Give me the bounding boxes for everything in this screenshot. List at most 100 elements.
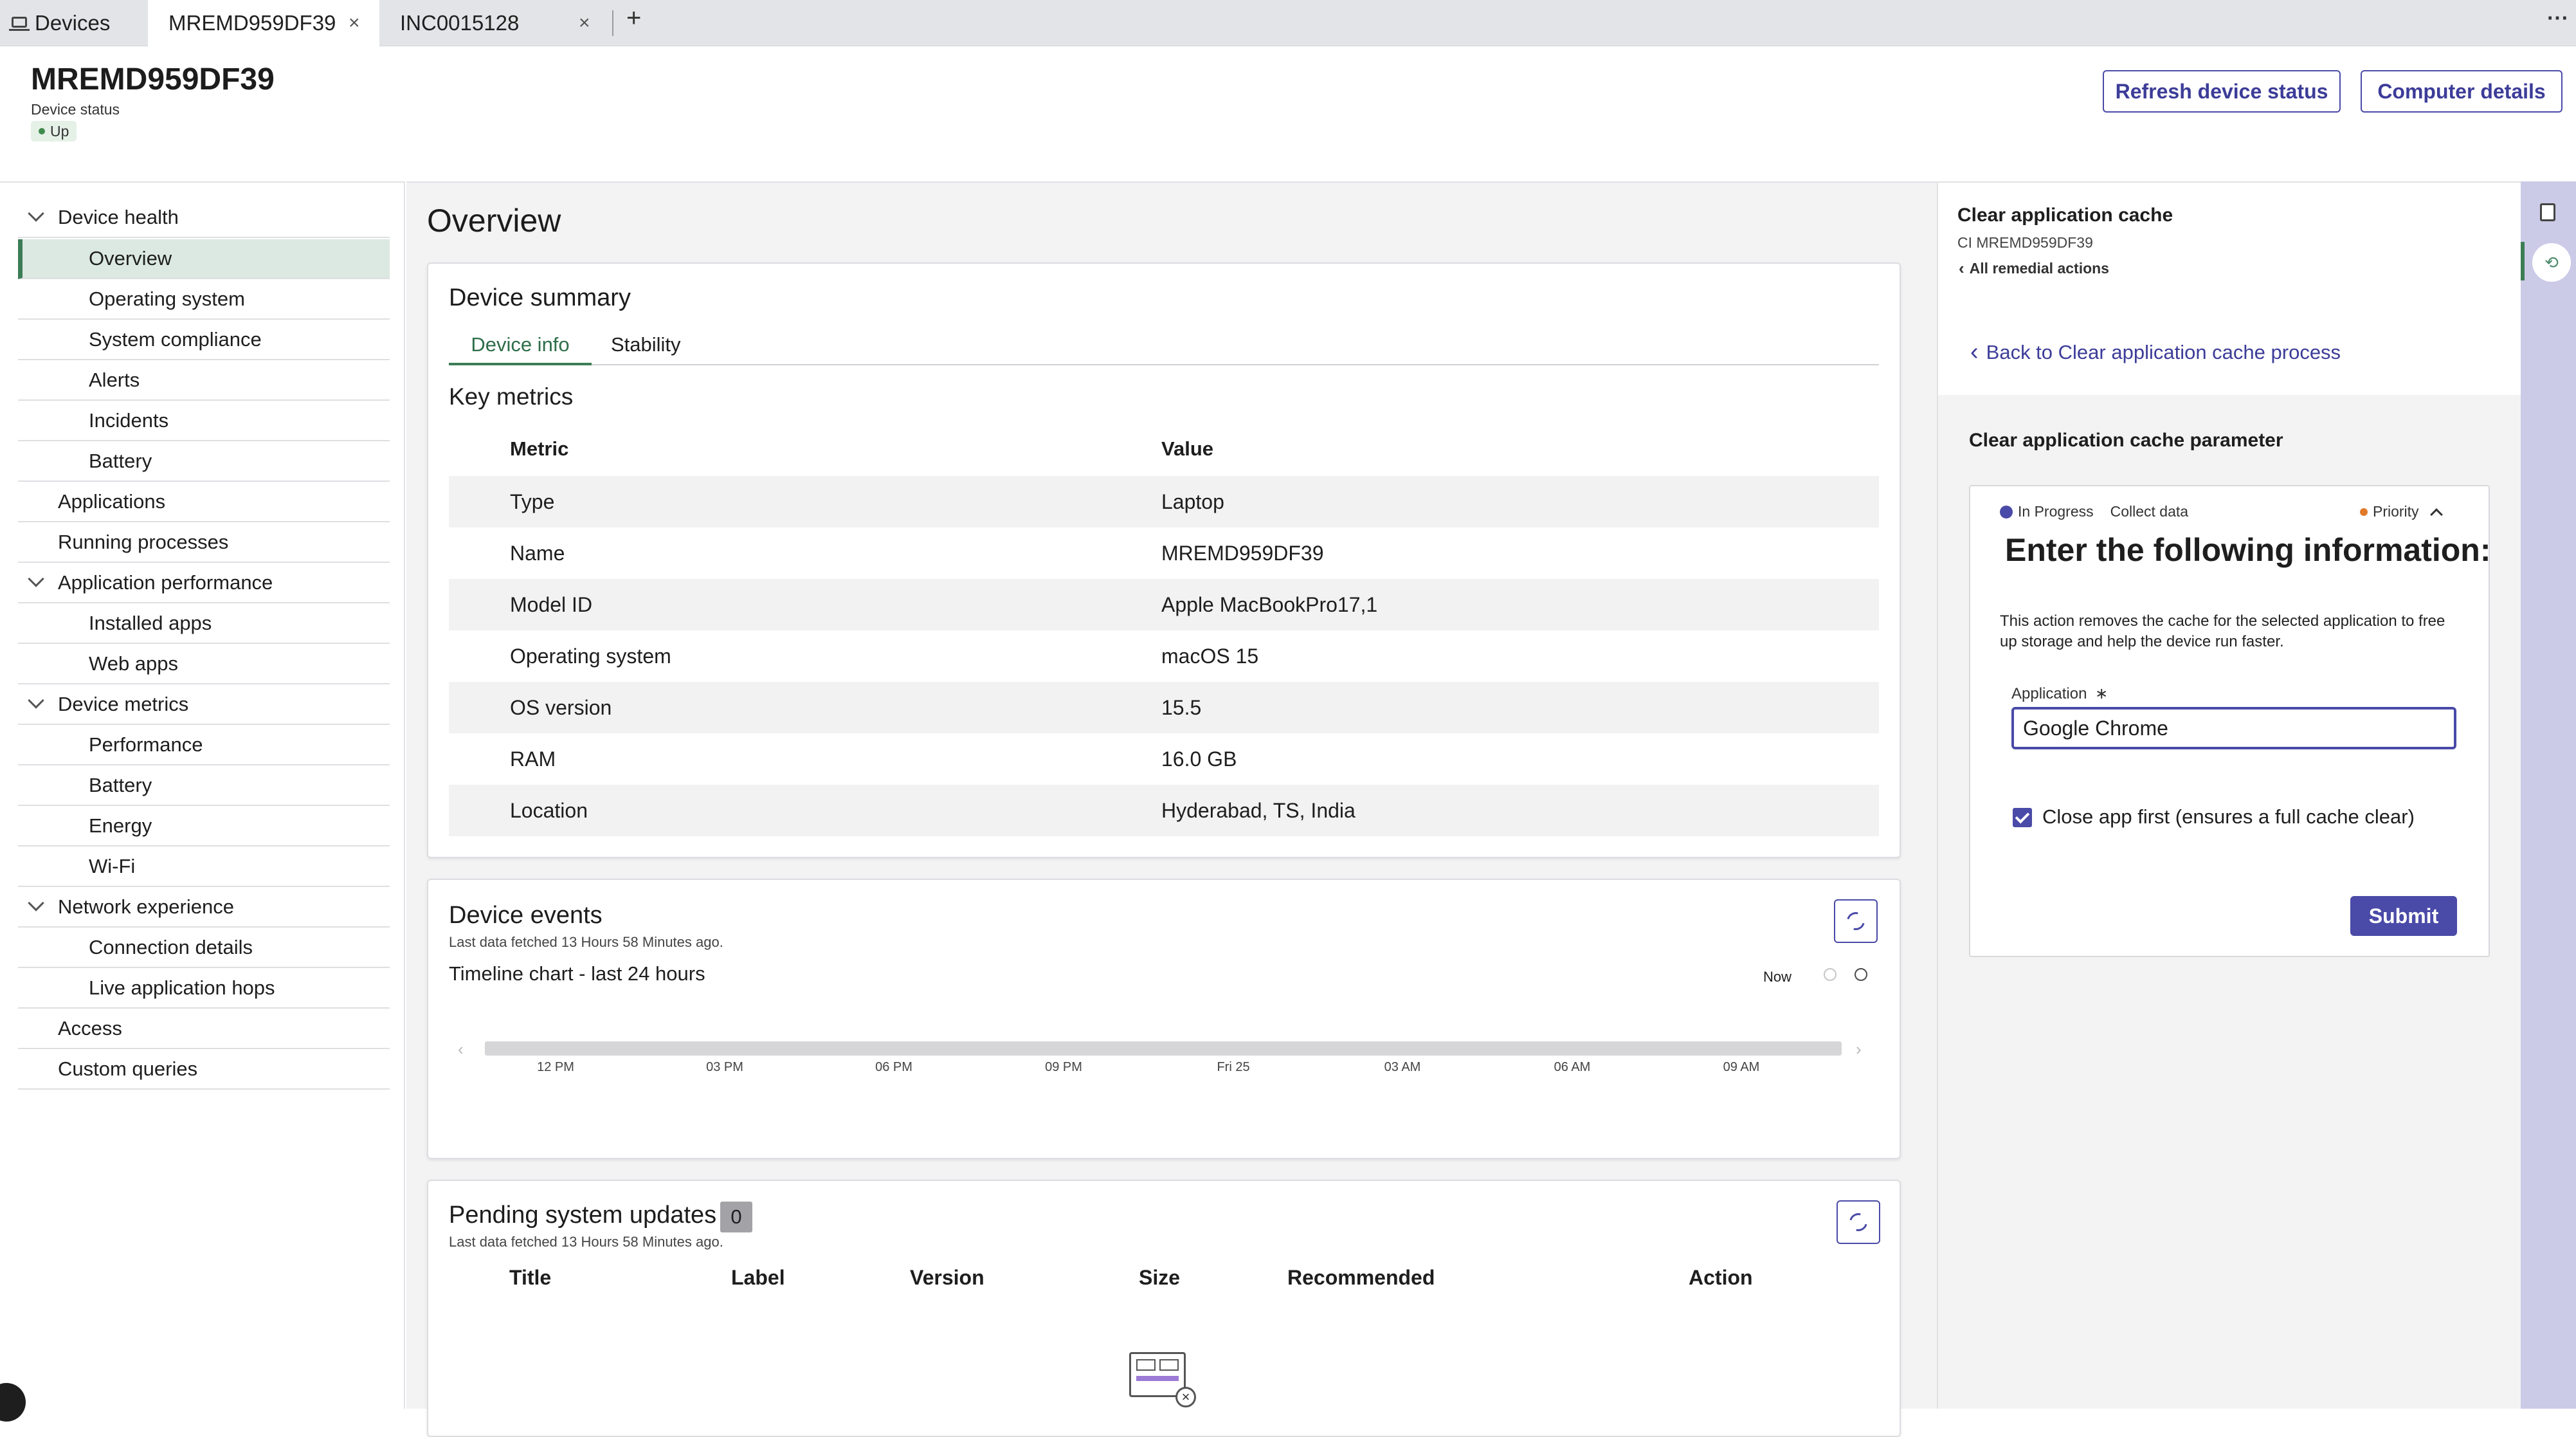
pending-updates-title: Pending system updates [449, 1202, 717, 1229]
required-icon: ∗ [2095, 685, 2109, 702]
nav-web-apps[interactable]: Web apps [18, 645, 390, 684]
nav-label: Custom queries [58, 1057, 198, 1080]
tab-label: INC0015128 [400, 11, 520, 35]
refresh-icon [1846, 1209, 1871, 1235]
chevron-down-icon[interactable] [28, 205, 44, 222]
nav-label: Battery [89, 774, 152, 796]
nav-label: Access [58, 1017, 122, 1039]
events-refresh-button[interactable] [1834, 899, 1878, 943]
timeline-title: Timeline chart - last 24 hours [449, 962, 705, 985]
tabs-underline [449, 364, 1879, 365]
updates-refresh-button[interactable] [1837, 1200, 1880, 1244]
form-heading: Enter the following information: [2005, 532, 2491, 568]
nav-energy[interactable]: Energy [18, 807, 390, 847]
tab-incident[interactable]: INC0015128 × [381, 0, 606, 46]
chevron-down-icon[interactable] [28, 895, 44, 911]
metric-cell: OS version [510, 696, 612, 719]
status-value: Up [50, 122, 69, 140]
nav-access[interactable]: Access [18, 1009, 390, 1049]
application-field-label: Application ∗ [2011, 684, 2108, 703]
submit-button[interactable]: Submit [2350, 896, 2457, 936]
status-badge: Up [31, 121, 77, 142]
nav-wifi[interactable]: Wi-Fi [18, 847, 390, 887]
zoom-in-icon[interactable] [1855, 968, 1867, 981]
tab-device-info[interactable]: Device info [449, 331, 592, 365]
nav-installed-apps[interactable]: Installed apps [18, 604, 390, 644]
close-icon[interactable]: × [349, 12, 360, 34]
remedial-actions-icon[interactable]: ⟲ [2532, 243, 2571, 282]
zoom-out-icon[interactable] [1824, 968, 1837, 981]
nav-performance[interactable]: Performance [18, 726, 390, 765]
more-icon[interactable]: ⋯ [2546, 5, 2568, 31]
nav-battery-metrics[interactable]: Battery [18, 766, 390, 806]
nav-label: Network experience [58, 895, 234, 918]
state-label: In Progress [2018, 503, 2094, 520]
nav-operating-system[interactable]: Operating system [18, 280, 390, 320]
close-icon[interactable]: × [579, 12, 590, 34]
nav-system-compliance[interactable]: System compliance [18, 320, 390, 360]
col-label: Label [731, 1266, 785, 1289]
nav-custom-queries[interactable]: Custom queries [18, 1050, 390, 1090]
nav-alerts[interactable]: Alerts [18, 361, 390, 401]
nav-label: System compliance [89, 328, 262, 351]
timeline-tick: 09 PM [1045, 1060, 1082, 1074]
nav-label: Application performance [58, 571, 273, 594]
chevron-up-icon[interactable] [2429, 508, 2443, 521]
no-data-icon: × [1175, 1387, 1196, 1407]
nav-application-performance[interactable]: Application performance [18, 563, 390, 603]
back-to-process-link[interactable]: ‹ Back to Clear application cache proces… [1970, 338, 2341, 366]
nav-running-processes[interactable]: Running processes [18, 523, 390, 563]
nav-device-metrics[interactable]: Device metrics [18, 685, 390, 725]
tab-label: Devices [35, 11, 111, 35]
device-summary-title: Device summary [449, 284, 631, 311]
close-app-checkbox[interactable] [2013, 808, 2032, 827]
computer-details-button[interactable]: Computer details [2361, 70, 2562, 113]
nav-incidents[interactable]: Incidents [18, 401, 390, 441]
refresh-device-status-button[interactable]: Refresh device status [2103, 70, 2341, 113]
nav-label: Energy [89, 814, 152, 837]
nav-label: Applications [58, 490, 166, 513]
label-text: Application [2011, 685, 2087, 702]
timeline-prev-icon[interactable]: ‹ [458, 1039, 464, 1059]
status-dot-icon [39, 128, 45, 134]
parameter-title: Clear application cache parameter [1969, 430, 2283, 451]
tab-stability[interactable]: Stability [611, 331, 681, 359]
application-input[interactable]: Google Chrome [2011, 707, 2456, 749]
all-remedial-actions-link[interactable]: ‹ All remedial actions [1959, 259, 2109, 279]
nav-label: Web apps [89, 652, 179, 675]
value-cell: Hyderabad, TS, India [1161, 799, 1356, 822]
nav-applications[interactable]: Applications [18, 482, 390, 522]
tab-device-mremd959df39[interactable]: MREMD959DF39 × [148, 0, 379, 46]
timeline-now-label[interactable]: Now [1763, 969, 1791, 985]
priority-indicator[interactable]: Priority [2360, 503, 2443, 521]
timeline-tick: 09 AM [1723, 1060, 1760, 1074]
nav-battery[interactable]: Battery [18, 442, 390, 482]
nav-connection-details[interactable]: Connection details [18, 928, 390, 968]
timeline-next-icon[interactable]: › [1856, 1039, 1862, 1059]
table-row: Model ID Apple MacBookPro17,1 [449, 579, 1879, 630]
chevron-down-icon[interactable] [28, 692, 44, 709]
device-status-label: Device status [31, 101, 120, 118]
nav-device-health[interactable]: Device health [18, 198, 390, 238]
nav-overview[interactable]: Overview [18, 239, 390, 279]
panel-ci: CI MREMD959DF39 [1957, 234, 2093, 251]
nav-network-experience[interactable]: Network experience [18, 888, 390, 928]
tab-devices[interactable]: Devices [9, 0, 147, 46]
value-cell: 16.0 GB [1161, 747, 1237, 771]
timeline-track[interactable] [485, 1041, 1842, 1056]
form-description: This action removes the cache for the se… [2000, 612, 2445, 650]
nav-label: Device health [58, 206, 179, 228]
metric-cell: Operating system [510, 645, 671, 668]
metric-cell: Model ID [510, 593, 593, 616]
right-rail [2521, 181, 2576, 1409]
nav-label: Alerts [89, 369, 140, 391]
chevron-left-icon: ‹ [1959, 259, 1964, 278]
clipboard-icon[interactable] [2540, 203, 2555, 221]
chevron-down-icon[interactable] [28, 571, 44, 587]
device-events-title: Device events [449, 902, 603, 929]
updates-fetched-text: Last data fetched 13 Hours 58 Minutes ag… [449, 1234, 723, 1250]
col-version: Version [910, 1266, 984, 1289]
close-app-checkbox-label: Close app first (ensures a full cache cl… [2042, 805, 2415, 828]
add-tab-icon[interactable]: + [626, 4, 641, 33]
nav-live-application-hops[interactable]: Live application hops [18, 969, 390, 1009]
